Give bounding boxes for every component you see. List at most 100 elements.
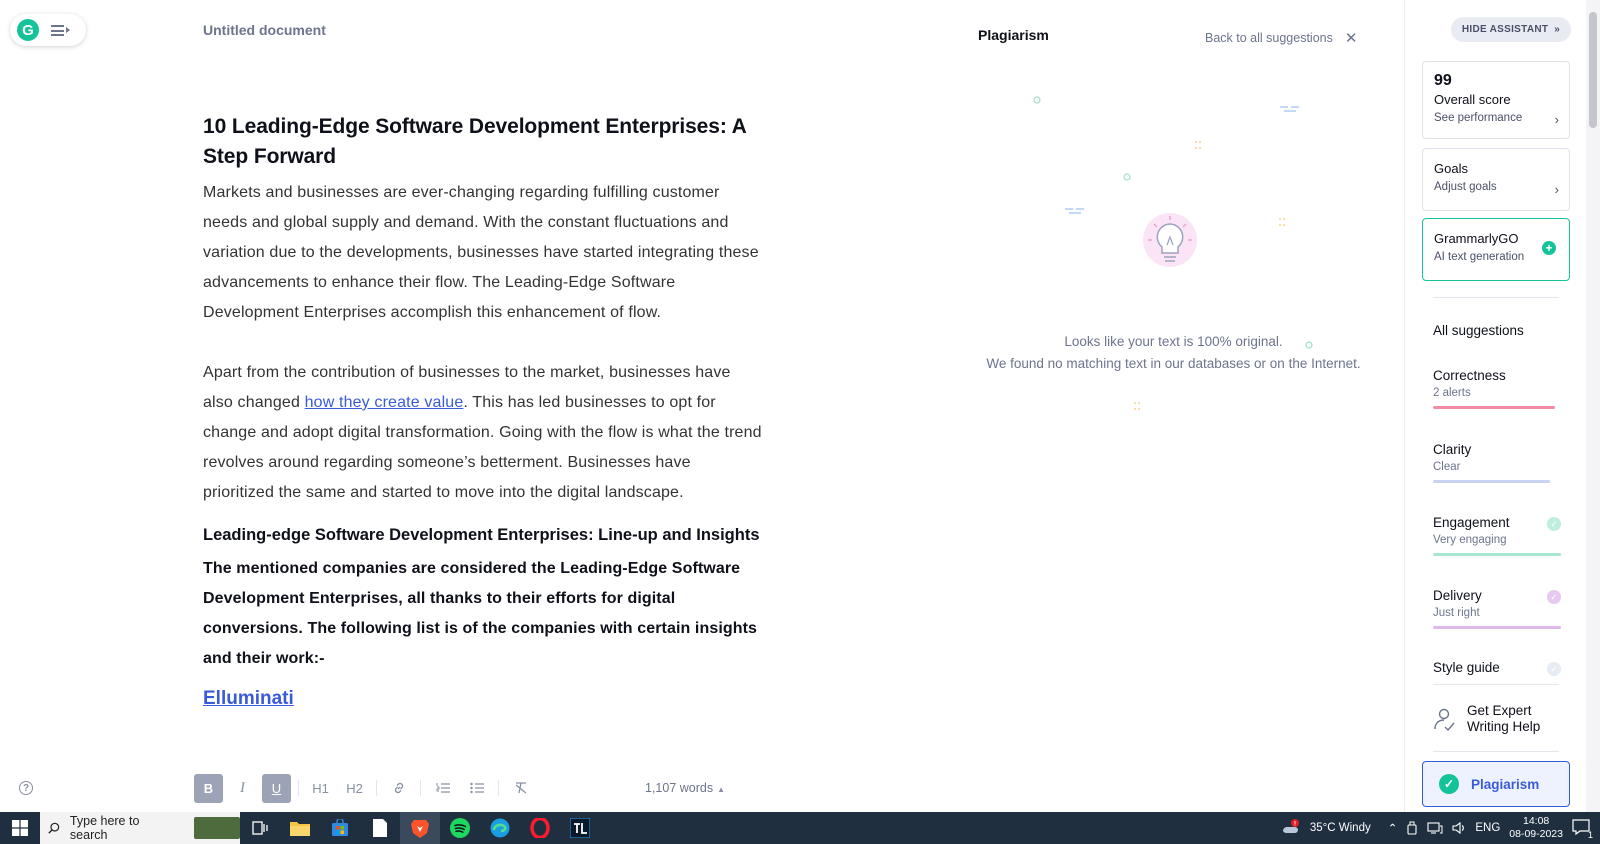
clear-format-icon — [515, 782, 526, 794]
tl-app-icon — [570, 818, 590, 838]
logo-menu-pill[interactable]: G — [10, 14, 86, 46]
goals-card[interactable]: Goals Adjust goals › — [1422, 148, 1570, 211]
category-style-guide[interactable]: Style guide ✓ — [1433, 660, 1563, 676]
network-icon[interactable] — [1427, 821, 1443, 835]
decorative-dash-icon — [1065, 208, 1084, 214]
notification-center-button[interactable]: 1 — [1572, 818, 1593, 840]
task-view-button[interactable] — [240, 812, 280, 844]
taskbar-brave-browser[interactable] — [400, 812, 440, 844]
decorative-sparkle-icon — [1279, 218, 1285, 226]
system-tray: ! 35°C Windy ⌃ ENG 14:08 08-09-2023 1 — [1281, 812, 1600, 844]
chevron-right-icon: › — [1554, 182, 1559, 197]
plagiarism-button[interactable]: ✓ Plagiarism — [1422, 761, 1570, 807]
document-heading: 10 Leading-Edge Software Development Ent… — [203, 115, 746, 168]
grammarlygo-title: GrammarlyGO — [1434, 231, 1519, 246]
usb-drive-icon[interactable] — [1406, 821, 1418, 835]
start-button[interactable] — [0, 812, 40, 844]
italic-button[interactable]: I — [228, 774, 257, 803]
hide-assistant-label: HIDE ASSISTANT — [1461, 24, 1549, 35]
svg-text:!: ! — [1294, 822, 1296, 828]
bold-label: B — [203, 780, 214, 796]
paragraph-2: Apart from the contribution of businesse… — [203, 358, 763, 508]
grammarly-logo-icon: G — [17, 19, 39, 41]
brave-icon — [411, 820, 429, 838]
underline-button[interactable]: U — [262, 773, 291, 803]
heading1-button[interactable]: H1 — [306, 774, 335, 803]
vertical-scrollbar[interactable] — [1586, 0, 1600, 812]
scrollbar-thumb[interactable] — [1589, 12, 1597, 128]
weather-text[interactable]: 35°C Windy — [1310, 822, 1371, 834]
taskbar-spotify[interactable] — [440, 812, 480, 844]
heading2-button[interactable]: H2 — [340, 774, 369, 803]
back-to-suggestions-link[interactable]: Back to all suggestions ✕ — [1205, 29, 1357, 47]
hide-assistant-button[interactable]: HIDE ASSISTANT » — [1451, 17, 1571, 42]
store-icon — [332, 819, 348, 836]
language-indicator[interactable]: ENG — [1475, 822, 1500, 834]
help-icon[interactable]: ? — [19, 781, 33, 795]
category-name: Clarity — [1433, 442, 1472, 457]
search-highlight-image — [194, 817, 240, 839]
bold-button[interactable]: B — [194, 773, 223, 803]
plagiarism-button-label: Plagiarism — [1471, 776, 1540, 792]
see-performance-link[interactable]: See performance — [1434, 112, 1558, 124]
taskbar-timeline-app[interactable] — [560, 812, 600, 844]
close-icon[interactable]: ✕ — [1345, 29, 1358, 47]
folder-icon — [290, 822, 310, 836]
category-status: 2 alerts — [1433, 387, 1471, 399]
speaker-icon[interactable] — [1452, 821, 1466, 835]
link-icon — [394, 782, 403, 794]
document-title[interactable]: Untitled document — [203, 22, 326, 38]
category-name: Engagement — [1433, 515, 1510, 530]
windows-logo-icon — [12, 820, 28, 836]
windows-taskbar: Type here to search ! 35°C Windy ⌃ ENG 1… — [0, 812, 1600, 844]
overall-score-card[interactable]: 99 Overall score See performance › — [1422, 61, 1570, 139]
category-progress-bar — [1433, 553, 1561, 556]
grammarlygo-card[interactable]: GrammarlyGO AI text generation + — [1422, 218, 1570, 281]
lightbulb-icon — [1143, 213, 1197, 267]
taskbar-edge[interactable] — [480, 812, 520, 844]
category-name: Delivery — [1433, 588, 1482, 603]
sidebar-divider — [1433, 751, 1559, 752]
check-icon: ✓ — [1547, 662, 1561, 676]
weather-alert-icon[interactable]: ! — [1281, 819, 1301, 837]
adjust-goals-link[interactable]: Adjust goals — [1434, 181, 1558, 193]
bold-paragraph: The mentioned companies are considered t… — [203, 560, 758, 667]
plagiarism-check-icon: ✓ — [1439, 774, 1459, 794]
category-clarity[interactable]: Clarity Clear — [1433, 442, 1563, 483]
elluminati-link[interactable]: Elluminati — [203, 688, 294, 710]
hamburger-menu-icon[interactable] — [51, 24, 70, 36]
grammarly-editor-app: G Untitled document 10 Leading-Edge Soft… — [0, 0, 1600, 812]
category-name: Style guide — [1433, 660, 1500, 675]
taskbar-file-explorer[interactable] — [280, 812, 320, 844]
sidebar-divider — [1433, 684, 1559, 685]
taskbar-search-box[interactable]: Type here to search — [40, 812, 240, 844]
get-expert-help-item[interactable]: Get Expert Writing Help — [1433, 703, 1562, 735]
document-editor[interactable]: 10 Leading-Edge Software Development Ent… — [203, 112, 763, 710]
category-status: Clear — [1433, 461, 1461, 473]
ai-text-generation-label: AI text generation — [1434, 251, 1525, 263]
numbered-list-button[interactable] — [428, 774, 457, 803]
original-text-message: Looks like your text is 100% original. — [1064, 334, 1283, 349]
word-count[interactable]: 1,107 words ▲ — [645, 781, 725, 795]
link-button[interactable] — [384, 774, 413, 803]
category-engagement[interactable]: Engagement Very engaging ✓ — [1433, 515, 1563, 556]
notification-count: 1 — [1587, 829, 1593, 840]
word-count-text: 1,107 words — [645, 781, 714, 795]
taskbar-clock[interactable]: 14:08 08-09-2023 — [1509, 815, 1563, 841]
overall-score-value: 99 — [1434, 72, 1452, 89]
numbered-list-icon — [436, 783, 450, 793]
document-subheading: Leading-edge Software Development Enterp… — [203, 526, 760, 544]
taskbar-store[interactable] — [320, 812, 360, 844]
chevron-up-icon[interactable]: ⌃ — [1388, 821, 1398, 835]
clear-format-button[interactable] — [506, 774, 535, 803]
taskbar-opera[interactable] — [520, 812, 560, 844]
decorative-dash-icon — [1280, 106, 1299, 112]
taskbar-notepad[interactable] — [360, 812, 400, 844]
heading1-label: H1 — [312, 780, 329, 796]
create-value-link[interactable]: how they create value — [305, 394, 464, 411]
category-delivery[interactable]: Delivery Just right ✓ — [1433, 588, 1563, 629]
category-correctness[interactable]: Correctness 2 alerts — [1433, 368, 1563, 409]
bullet-list-button[interactable] — [462, 774, 491, 803]
category-name: Correctness — [1433, 368, 1506, 383]
all-suggestions-item[interactable]: All suggestions — [1433, 323, 1524, 338]
